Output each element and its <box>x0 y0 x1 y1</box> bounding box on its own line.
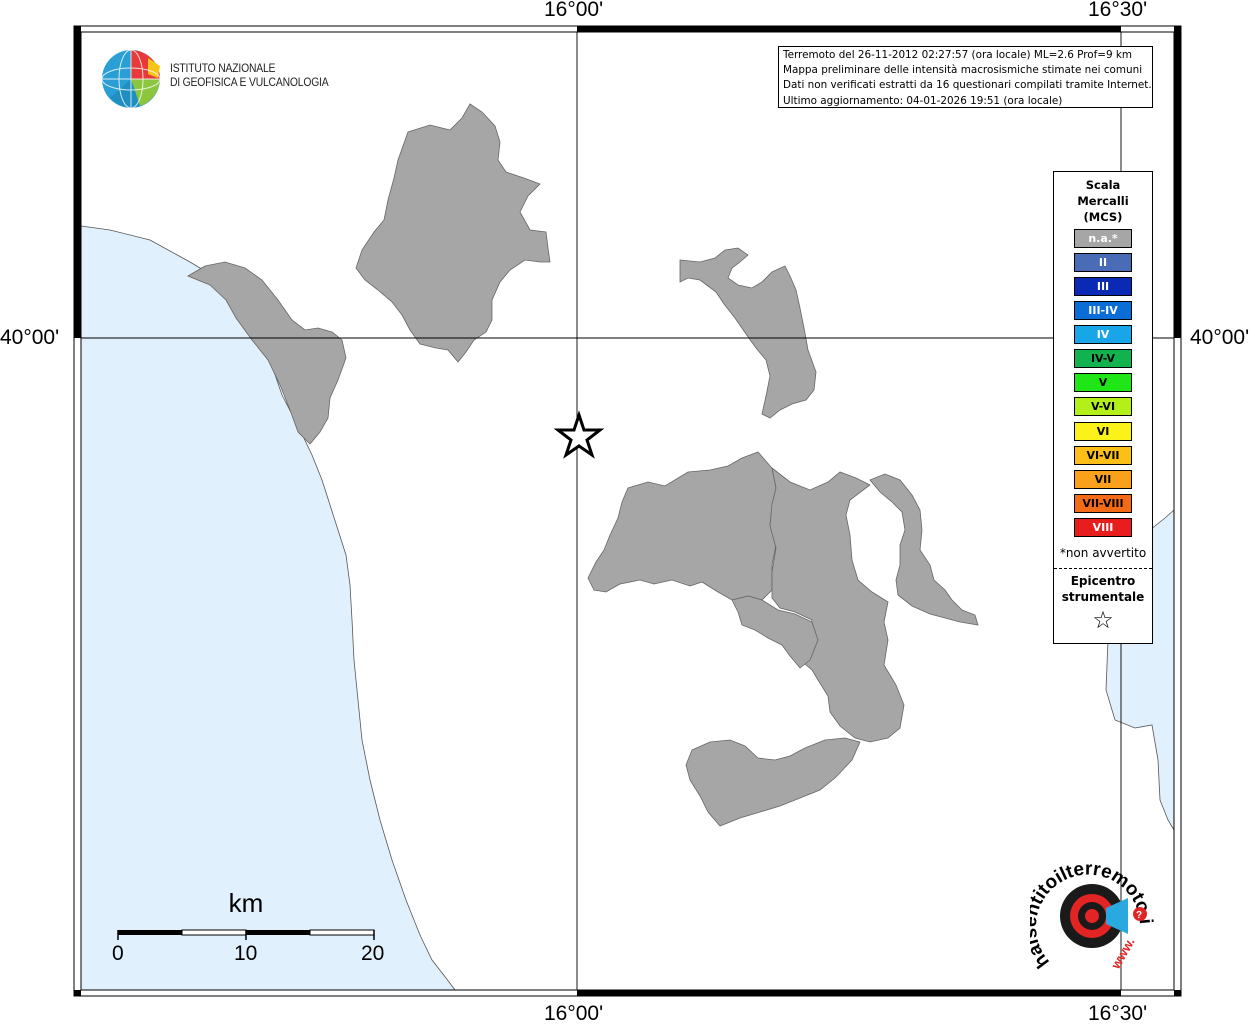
lon-label-top-1: 16°00' <box>544 0 604 21</box>
mcs-legend: Scala Mercalli (MCS) n.a.* II III III-IV… <box>1053 171 1153 644</box>
legend-item-iii-iv: III-IV <box>1074 301 1132 320</box>
legend-item-vi-vii: VI-VII <box>1074 446 1132 465</box>
lat-label-left: 40°00' <box>0 326 60 349</box>
legend-note: *non avvertito <box>1059 546 1147 560</box>
scale-tick-20: 20 <box>361 942 385 965</box>
scale-bar <box>117 929 375 940</box>
legend-title-line3: (MCS) <box>1083 210 1123 224</box>
ingv-globe-icon <box>101 49 161 109</box>
legend-title: Scala Mercalli (MCS) <box>1054 177 1152 225</box>
legend-epicenter-line1: Epicentro <box>1070 574 1136 588</box>
lon-label-top-2: 16°30' <box>1088 0 1148 21</box>
info-line-2: Mappa preliminare delle intensità macros… <box>783 64 1143 77</box>
ingv-logo-line2: DI GEOFISICA E VULCANOLOGIA <box>170 77 329 89</box>
legend-item-v-vi: V-VI <box>1074 397 1132 416</box>
legend-item-v: V <box>1074 373 1132 392</box>
info-line-3: Dati non verificati estratti da 16 quest… <box>783 79 1152 92</box>
scale-tick-0: 0 <box>112 942 124 965</box>
legend-epicenter-line2: strumentale <box>1061 590 1145 604</box>
scale-unit-label: km <box>228 888 264 918</box>
legend-item-vii-viii: VII-VIII <box>1074 494 1132 513</box>
legend-epicenter-label: Epicentro strumentale <box>1054 573 1152 605</box>
info-line-4: Ultimo aggiornamento: 04-01-2026 19:51 (… <box>783 94 1063 107</box>
lat-label-right: 40°00' <box>1190 326 1250 349</box>
event-info-box: Terremoto del 26-11-2012 02:27:57 (ora l… <box>778 46 1153 108</box>
legend-item-viii: VIII <box>1074 518 1132 537</box>
haisentito-logo-icon[interactable]: haisentitoilterremoto.it ? www. <box>1030 862 1160 982</box>
legend-item-ii: II <box>1074 253 1132 272</box>
ingv-logo-text: ISTITUTO NAZIONALE DI GEOFISICA E VULCAN… <box>170 62 329 90</box>
legend-item-na: n.a.* <box>1074 229 1132 248</box>
ingv-logo-line1: ISTITUTO NAZIONALE <box>170 63 276 75</box>
svg-text:?: ? <box>1136 910 1142 921</box>
legend-item-iii: III <box>1074 277 1132 296</box>
info-line-1: Terremoto del 26-11-2012 02:27:57 (ora l… <box>783 49 1133 61</box>
legend-item-vii: VII <box>1074 470 1132 489</box>
scale-tick-10: 10 <box>234 942 258 965</box>
legend-item-iv: IV <box>1074 325 1132 344</box>
legend-item-vi: VI <box>1074 422 1132 441</box>
legend-item-iv-v: IV-V <box>1074 349 1132 368</box>
legend-title-line1: Scala <box>1085 178 1121 192</box>
legend-separator <box>1054 568 1152 569</box>
legend-star-icon: ☆ <box>1092 606 1114 634</box>
lon-label-bottom-2: 16°30' <box>1088 1002 1148 1025</box>
legend-title-line2: Mercalli <box>1077 194 1129 208</box>
lon-label-bottom-1: 16°00' <box>544 1002 604 1025</box>
